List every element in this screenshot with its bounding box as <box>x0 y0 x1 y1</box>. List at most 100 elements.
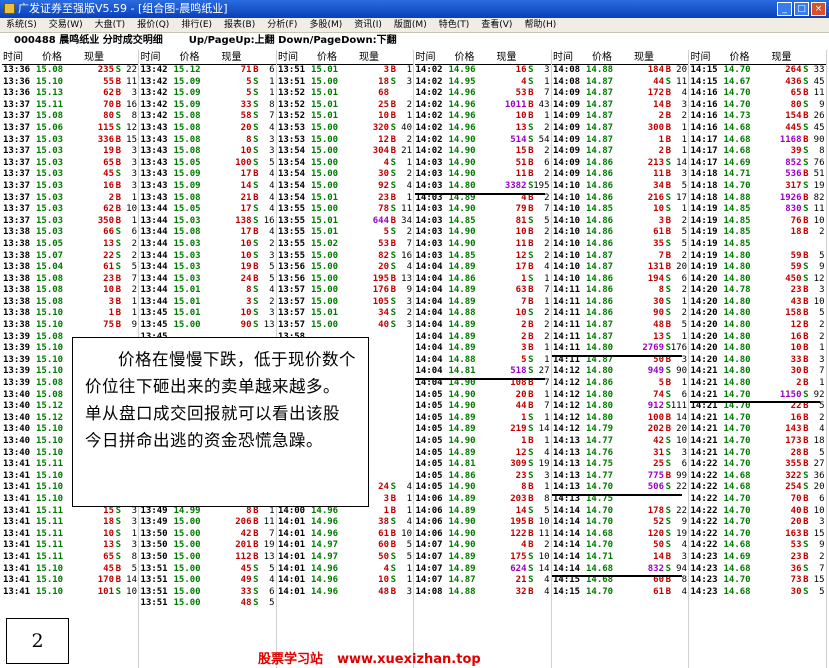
tick-count: 5 <box>819 250 825 261</box>
tick-side: B <box>528 493 534 504</box>
underline-mark <box>552 355 682 357</box>
tick-row: 14:14 14.70 52 S 9 <box>552 517 688 529</box>
tick-volume: 644 <box>372 215 389 226</box>
tick-row: 13:53 15.00 12 B 2 <box>277 135 413 147</box>
tick-count: 20 <box>676 65 687 75</box>
tick-side: B <box>803 134 809 145</box>
tick-volume: 12 <box>790 320 802 331</box>
tick-row: 14:02 14.90 514 S 54 <box>415 135 551 147</box>
menu-trade[interactable]: 交易(W) <box>43 18 89 33</box>
tick-side: S <box>528 505 534 516</box>
minimize-icon[interactable]: _ <box>777 2 792 16</box>
tick-count: 76 <box>813 157 825 168</box>
tick-row: 13:38 15.05 13 S 2 <box>2 239 138 251</box>
tick-count: 5 <box>269 598 275 609</box>
tick-volume: 78 <box>378 204 389 215</box>
tick-count: 6 <box>681 273 687 284</box>
header-price: 价格 <box>454 52 475 63</box>
tick-side: S <box>665 192 671 203</box>
tick-count: 4 <box>406 517 412 528</box>
tick-side: S <box>665 296 671 307</box>
menu-rank[interactable]: 排行(E) <box>175 18 218 33</box>
tick-time: 14:09 <box>553 99 581 110</box>
tick-time: 14:10 <box>553 192 581 203</box>
tick-row: 14:19 14.85 18 B 2 <box>690 227 826 239</box>
tick-volume: 21 <box>515 575 527 586</box>
tick-side: S <box>665 157 671 168</box>
menu-analysis[interactable]: 分析(F) <box>261 18 303 33</box>
tick-count: 94 <box>676 563 687 574</box>
menu-help[interactable]: 帮助(H) <box>518 18 562 33</box>
tick-count: 4 <box>544 447 550 458</box>
tick-time: 14:03 <box>415 157 443 168</box>
menu-multi[interactable]: 多股(M) <box>303 18 348 33</box>
tick-volume: 5 <box>383 227 389 238</box>
tick-time: 14:12 <box>553 378 581 389</box>
tick-row: 14:20 14.80 450 S 12 <box>690 274 826 286</box>
tick-time: 14:11 <box>553 320 581 331</box>
maximize-icon[interactable]: □ <box>794 2 809 16</box>
tick-side: S <box>665 389 671 400</box>
tick-count: 3 <box>269 146 275 157</box>
tick-count: 1 <box>681 134 687 145</box>
tick-time: 14:21 <box>690 436 718 446</box>
header-price: 价格 <box>179 52 200 63</box>
tick-price: 15.05 <box>173 157 201 168</box>
tick-volume: 201 <box>235 540 252 551</box>
tick-side: B <box>528 146 534 157</box>
menu-bar: 系统(S) 交易(W) 大盘(T) 报价(Q) 排行(E) 报表(B) 分析(F) 多股(M)… <box>0 18 829 33</box>
tick-volume: 518 <box>510 366 527 377</box>
menu-report[interactable]: 报表(B) <box>218 18 261 33</box>
tick-price: 15.09 <box>173 180 201 191</box>
tick-time: 14:21 <box>690 366 718 377</box>
tick-volume: 20 <box>240 122 252 133</box>
tick-side: B <box>390 192 396 203</box>
tick-row: 14:20 14.80 158 B 5 <box>690 308 826 320</box>
tick-row: 14:22 14.68 53 S 9 <box>690 540 826 552</box>
tick-price: 15.00 <box>311 180 339 191</box>
tick-row: 14:19 14.85 76 B 10 <box>690 216 826 228</box>
header-volume: 现量 <box>634 52 654 63</box>
tick-price: 15.08 <box>36 389 64 400</box>
menu-quote[interactable]: 报价(Q) <box>131 18 175 33</box>
tick-count: 2 <box>406 134 412 145</box>
tick-volume: 45 <box>240 563 252 574</box>
tick-price: 14.70 <box>586 517 614 528</box>
tick-volume: 317 <box>785 180 802 191</box>
tick-price: 14.86 <box>586 157 614 168</box>
tick-volume: 53 <box>790 540 802 551</box>
tick-volume: 23 <box>103 273 114 284</box>
tick-volume: 39 <box>790 146 802 157</box>
menu-system[interactable]: 系统(S) <box>0 18 43 33</box>
menu-layout[interactable]: 版面(M) <box>388 18 433 33</box>
tick-time: 13:50 <box>140 540 168 551</box>
tick-count: 11 <box>401 204 412 215</box>
tick-count: 195 <box>533 180 550 191</box>
tick-side: B <box>803 354 809 365</box>
tick-time: 13:44 <box>140 250 168 261</box>
tick-time: 14:02 <box>415 99 443 110</box>
menu-feature[interactable]: 特色(T) <box>433 18 476 33</box>
tick-volume: 10 <box>378 111 389 122</box>
tick-row: 13:41 15.11 65 S 8 <box>2 552 138 564</box>
tick-price: 15.10 <box>36 424 64 435</box>
tick-count: 2 <box>544 320 550 331</box>
tick-side: S <box>528 459 534 470</box>
menu-market[interactable]: 大盘(T) <box>89 18 132 33</box>
tick-count: 19 <box>538 459 550 470</box>
detail-header: 000488 晨鸣纸业 分时成交明细 Up/PageUp:上翻 Down/Page… <box>0 34 829 48</box>
tick-row: 14:18 14.70 317 S 19 <box>690 181 826 193</box>
tick-time: 14:19 <box>690 204 718 215</box>
menu-info[interactable]: 资讯(I) <box>348 18 388 33</box>
tick-volume: 22 <box>103 250 114 261</box>
column-header: 时间 价格 现量 <box>277 50 413 65</box>
tick-count: 11 <box>126 76 137 87</box>
menu-view[interactable]: 查看(V) <box>475 18 518 33</box>
tick-price: 15.01 <box>311 99 339 110</box>
tick-row: 14:04 14.89 63 B 7 <box>415 285 551 297</box>
tick-price: 15.10 <box>36 354 64 365</box>
tick-price: 15.01 <box>173 296 201 307</box>
tick-row: 13:41 15.11 15 S 3 <box>2 506 138 518</box>
tick-price: 14.80 <box>723 343 751 354</box>
close-icon[interactable]: × <box>811 2 826 16</box>
